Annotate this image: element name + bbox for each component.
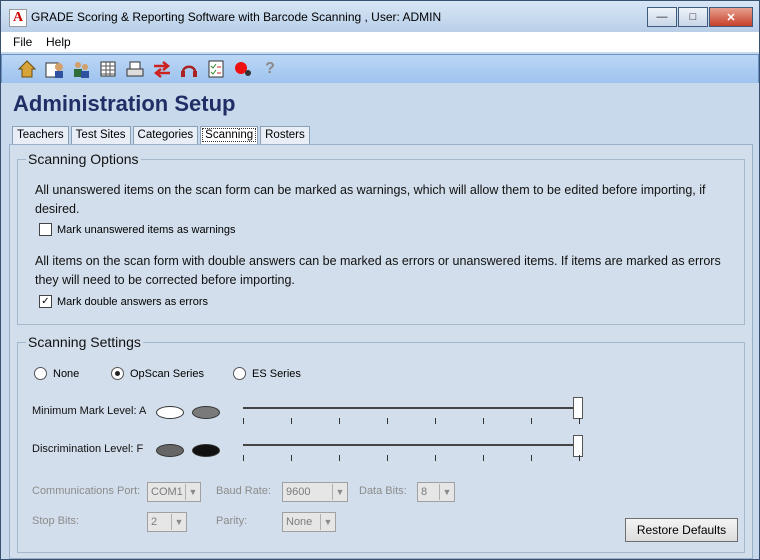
slider-tick [579, 455, 580, 461]
main-content: Administration Setup Teachers Test Sites… [1, 83, 759, 559]
radio-opscan-series[interactable]: OpScan Series [111, 367, 204, 380]
menu-file[interactable]: File [13, 35, 32, 49]
double-answer-description: All items on the scan form with double a… [35, 254, 721, 287]
slider-tick [387, 455, 388, 461]
chevron-down-icon: ▼ [185, 484, 200, 500]
data-bits-select[interactable]: 8 ▼ [417, 482, 455, 502]
checklist-icon[interactable] [205, 58, 227, 80]
tab-categories[interactable]: Categories [132, 126, 199, 144]
radio-none[interactable]: None [34, 367, 79, 380]
radio-opscan-label: OpScan Series [130, 367, 204, 380]
parity-select[interactable]: None ▼ [282, 512, 336, 532]
help-icon[interactable]: ? [259, 58, 281, 80]
new-teacher-icon[interactable] [43, 58, 65, 80]
scanning-panel: Scanning Options All unanswered items on… [9, 144, 753, 559]
slider-tick [531, 455, 532, 461]
slider-tick [435, 418, 436, 424]
tab-test-sites[interactable]: Test Sites [70, 126, 131, 144]
tab-bar: Teachers Test Sites Categories Scanning … [12, 126, 312, 144]
discrimination-slider-track[interactable] [243, 444, 581, 446]
radio-opscan-circle[interactable] [111, 367, 124, 380]
headset-icon[interactable] [178, 58, 200, 80]
tab-rosters[interactable]: Rosters [260, 126, 310, 144]
baud-rate-value: 9600 [286, 486, 311, 498]
title-bar[interactable]: A GRADE Scoring & Reporting Software wit… [1, 1, 759, 32]
scanning-options-legend: Scanning Options [26, 151, 141, 167]
unanswered-warnings-checkbox[interactable]: Mark unanswered items as warnings [39, 223, 236, 236]
slider-tick [339, 455, 340, 461]
restore-defaults-button[interactable]: Restore Defaults [625, 518, 738, 542]
tab-scanning[interactable]: Scanning [200, 126, 259, 144]
min-mark-slider-track[interactable] [243, 407, 581, 409]
printer-icon[interactable] [124, 58, 146, 80]
close-button[interactable]: ✕ [709, 7, 753, 27]
radio-es-series[interactable]: ES Series [233, 367, 301, 380]
grid-icon[interactable] [97, 58, 119, 80]
unanswered-checkbox-box[interactable] [39, 223, 52, 236]
transfer-icon[interactable] [151, 58, 173, 80]
maximize-button[interactable]: □ [678, 7, 708, 27]
slider-tick [291, 455, 292, 461]
min-mark-level-label: Minimum Mark Level: A [32, 405, 147, 417]
darker-mark-oval [192, 444, 220, 457]
data-bits-value: 8 [421, 486, 428, 498]
double-answer-checkbox-box[interactable]: ✓ [39, 295, 52, 308]
chevron-down-icon: ▼ [171, 514, 186, 530]
light-mark-oval [156, 406, 184, 419]
slider-tick [483, 455, 484, 461]
window-title: GRADE Scoring & Reporting Software with … [31, 10, 442, 24]
radio-none-label: None [53, 367, 80, 380]
data-bits-label: Data Bits: [359, 485, 407, 497]
unanswered-description: All unanswered items on the scan form ca… [35, 183, 706, 216]
home-icon[interactable] [16, 58, 38, 80]
slider-tick [531, 418, 532, 424]
slider-tick [291, 418, 292, 424]
chevron-down-icon: ▼ [320, 514, 335, 530]
double-answer-errors-checkbox[interactable]: ✓ Mark double answers as errors [39, 295, 208, 308]
baud-rate-label: Baud Rate: [216, 485, 272, 497]
slider-tick [579, 418, 580, 424]
slider-tick [339, 418, 340, 424]
menu-help[interactable]: Help [46, 35, 71, 49]
toolbar: ? [1, 54, 759, 84]
slider-tick [387, 418, 388, 424]
discrimination-level-label: Discrimination Level: F [32, 443, 144, 455]
chevron-down-icon: ▼ [332, 484, 347, 500]
page-title: Administration Setup [13, 91, 236, 116]
stop-bits-label: Stop Bits: [32, 515, 80, 527]
communications-port-label: Communications Port: [32, 485, 141, 497]
communications-port-value: COM1 [151, 486, 183, 498]
slider-tick [483, 418, 484, 424]
radio-es-circle[interactable] [233, 367, 246, 380]
scanning-options-group: Scanning Options All unanswered items on… [17, 151, 745, 325]
slider-tick [435, 455, 436, 461]
baud-rate-select[interactable]: 9600 ▼ [282, 482, 348, 502]
radio-none-circle[interactable] [34, 367, 47, 380]
slider-tick [243, 418, 244, 424]
communications-port-select[interactable]: COM1 ▼ [147, 482, 201, 502]
slider-tick [243, 455, 244, 461]
stop-bits-select[interactable]: 2 ▼ [147, 512, 187, 532]
parity-label: Parity: [216, 515, 248, 527]
unanswered-checkbox-label: Mark unanswered items as warnings [57, 223, 236, 236]
tab-teachers[interactable]: Teachers [12, 126, 69, 144]
discrimination-slider-thumb[interactable] [573, 435, 583, 457]
menu-bar: File Help [1, 32, 759, 52]
scanning-settings-group: Scanning Settings None OpScan Series ES … [17, 334, 745, 553]
double-answer-checkbox-label: Mark double answers as errors [57, 295, 209, 308]
medium-mark-oval [192, 406, 220, 419]
min-mark-slider-thumb[interactable] [573, 397, 583, 419]
chevron-down-icon: ▼ [439, 484, 454, 500]
app-window: A GRADE Scoring & Reporting Software wit… [0, 0, 760, 560]
scanning-settings-legend: Scanning Settings [26, 334, 143, 350]
parity-value: None [286, 516, 313, 528]
stop-bits-value: 2 [151, 516, 158, 528]
dark-mark-oval [156, 444, 184, 457]
radio-es-label: ES Series [252, 367, 301, 380]
minimize-button[interactable]: — [647, 7, 677, 27]
app-icon: A [9, 9, 27, 27]
people-icon[interactable] [70, 58, 92, 80]
record-icon[interactable] [232, 58, 254, 80]
